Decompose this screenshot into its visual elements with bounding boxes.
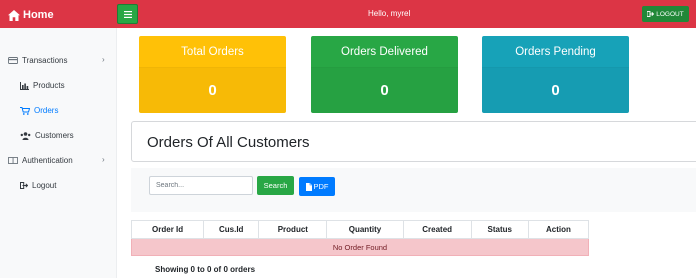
- sidebar-item-orders[interactable]: Orders: [20, 106, 58, 115]
- sidebar: Transactions › Products Orders Customers…: [0, 28, 117, 278]
- pagination-info: Showing 0 to 0 of 0 orders: [155, 265, 256, 274]
- home-link[interactable]: Home: [8, 7, 54, 23]
- sidebar-item-label: Products: [33, 81, 65, 90]
- chevron-right-icon: ›: [102, 155, 105, 164]
- chevron-right-icon: ›: [102, 55, 105, 64]
- file-pdf-icon: [305, 182, 312, 191]
- column-header[interactable]: Action: [527, 220, 590, 239]
- orders-table: Order Id Cus.Id Product Quantity Created…: [130, 220, 590, 256]
- column-header[interactable]: Order Id: [130, 220, 205, 239]
- sidebar-item-label: Authentication: [22, 156, 73, 165]
- sidebar-item-label: Orders: [34, 106, 59, 115]
- card-value: 0: [311, 68, 458, 113]
- card-value: 0: [139, 68, 286, 113]
- sidebar-item-products[interactable]: Products: [20, 81, 65, 90]
- sidebar-item-label: Transactions: [22, 56, 68, 65]
- pdf-export-button[interactable]: PDF: [299, 177, 335, 196]
- column-header[interactable]: Cus.Id: [203, 220, 260, 239]
- card-title: Total Orders: [139, 36, 286, 68]
- columns-icon: [8, 157, 18, 164]
- top-navbar: Home Hello, myrel LOGOUT: [0, 0, 696, 28]
- sidebar-toggle-button[interactable]: [117, 4, 138, 24]
- menu-icon: [123, 10, 132, 18]
- cart-icon: [20, 106, 30, 115]
- table-row: No Order Found: [131, 238, 589, 256]
- orders-delivered-card: Orders Delivered 0: [311, 36, 458, 113]
- sidebar-item-authentication[interactable]: Authentication: [8, 156, 73, 165]
- sign-out-icon: [20, 182, 28, 189]
- search-toolbar: Search PDF: [131, 168, 696, 212]
- user-greeting: Hello, myrel: [368, 9, 411, 18]
- card-title: Orders Delivered: [311, 36, 458, 68]
- bar-chart-icon: [20, 81, 29, 90]
- sidebar-item-transactions[interactable]: Transactions: [8, 56, 68, 65]
- column-header[interactable]: Quantity: [326, 220, 404, 239]
- sign-out-icon: [647, 11, 655, 17]
- orders-pending-card: Orders Pending 0: [482, 36, 629, 113]
- pdf-label: PDF: [313, 182, 329, 191]
- sidebar-item-logout[interactable]: Logout: [20, 181, 56, 190]
- card-title: Orders Pending: [482, 36, 629, 68]
- brand-label: Home: [23, 9, 54, 21]
- column-header[interactable]: Product: [258, 220, 328, 239]
- column-header[interactable]: Created: [402, 220, 472, 239]
- sidebar-item-label: Logout: [32, 181, 57, 190]
- logout-button[interactable]: LOGOUT: [642, 6, 689, 22]
- card-value: 0: [482, 68, 629, 113]
- search-input[interactable]: [149, 176, 253, 195]
- page-title: Orders Of All Customers: [147, 134, 310, 151]
- sidebar-item-label: Customers: [35, 131, 74, 140]
- orders-section-header: Orders Of All Customers: [131, 121, 696, 162]
- empty-table-message: No Order Found: [131, 238, 589, 256]
- sidebar-item-customers[interactable]: Customers: [20, 131, 74, 140]
- table-header-row: Order Id Cus.Id Product Quantity Created…: [130, 220, 590, 239]
- logout-label: LOGOUT: [656, 10, 684, 18]
- users-icon: [20, 131, 31, 140]
- credit-card-icon: [8, 57, 18, 64]
- home-icon: [8, 9, 20, 21]
- search-button[interactable]: Search: [257, 176, 294, 195]
- total-orders-card: Total Orders 0: [139, 36, 286, 113]
- column-header[interactable]: Status: [470, 220, 529, 239]
